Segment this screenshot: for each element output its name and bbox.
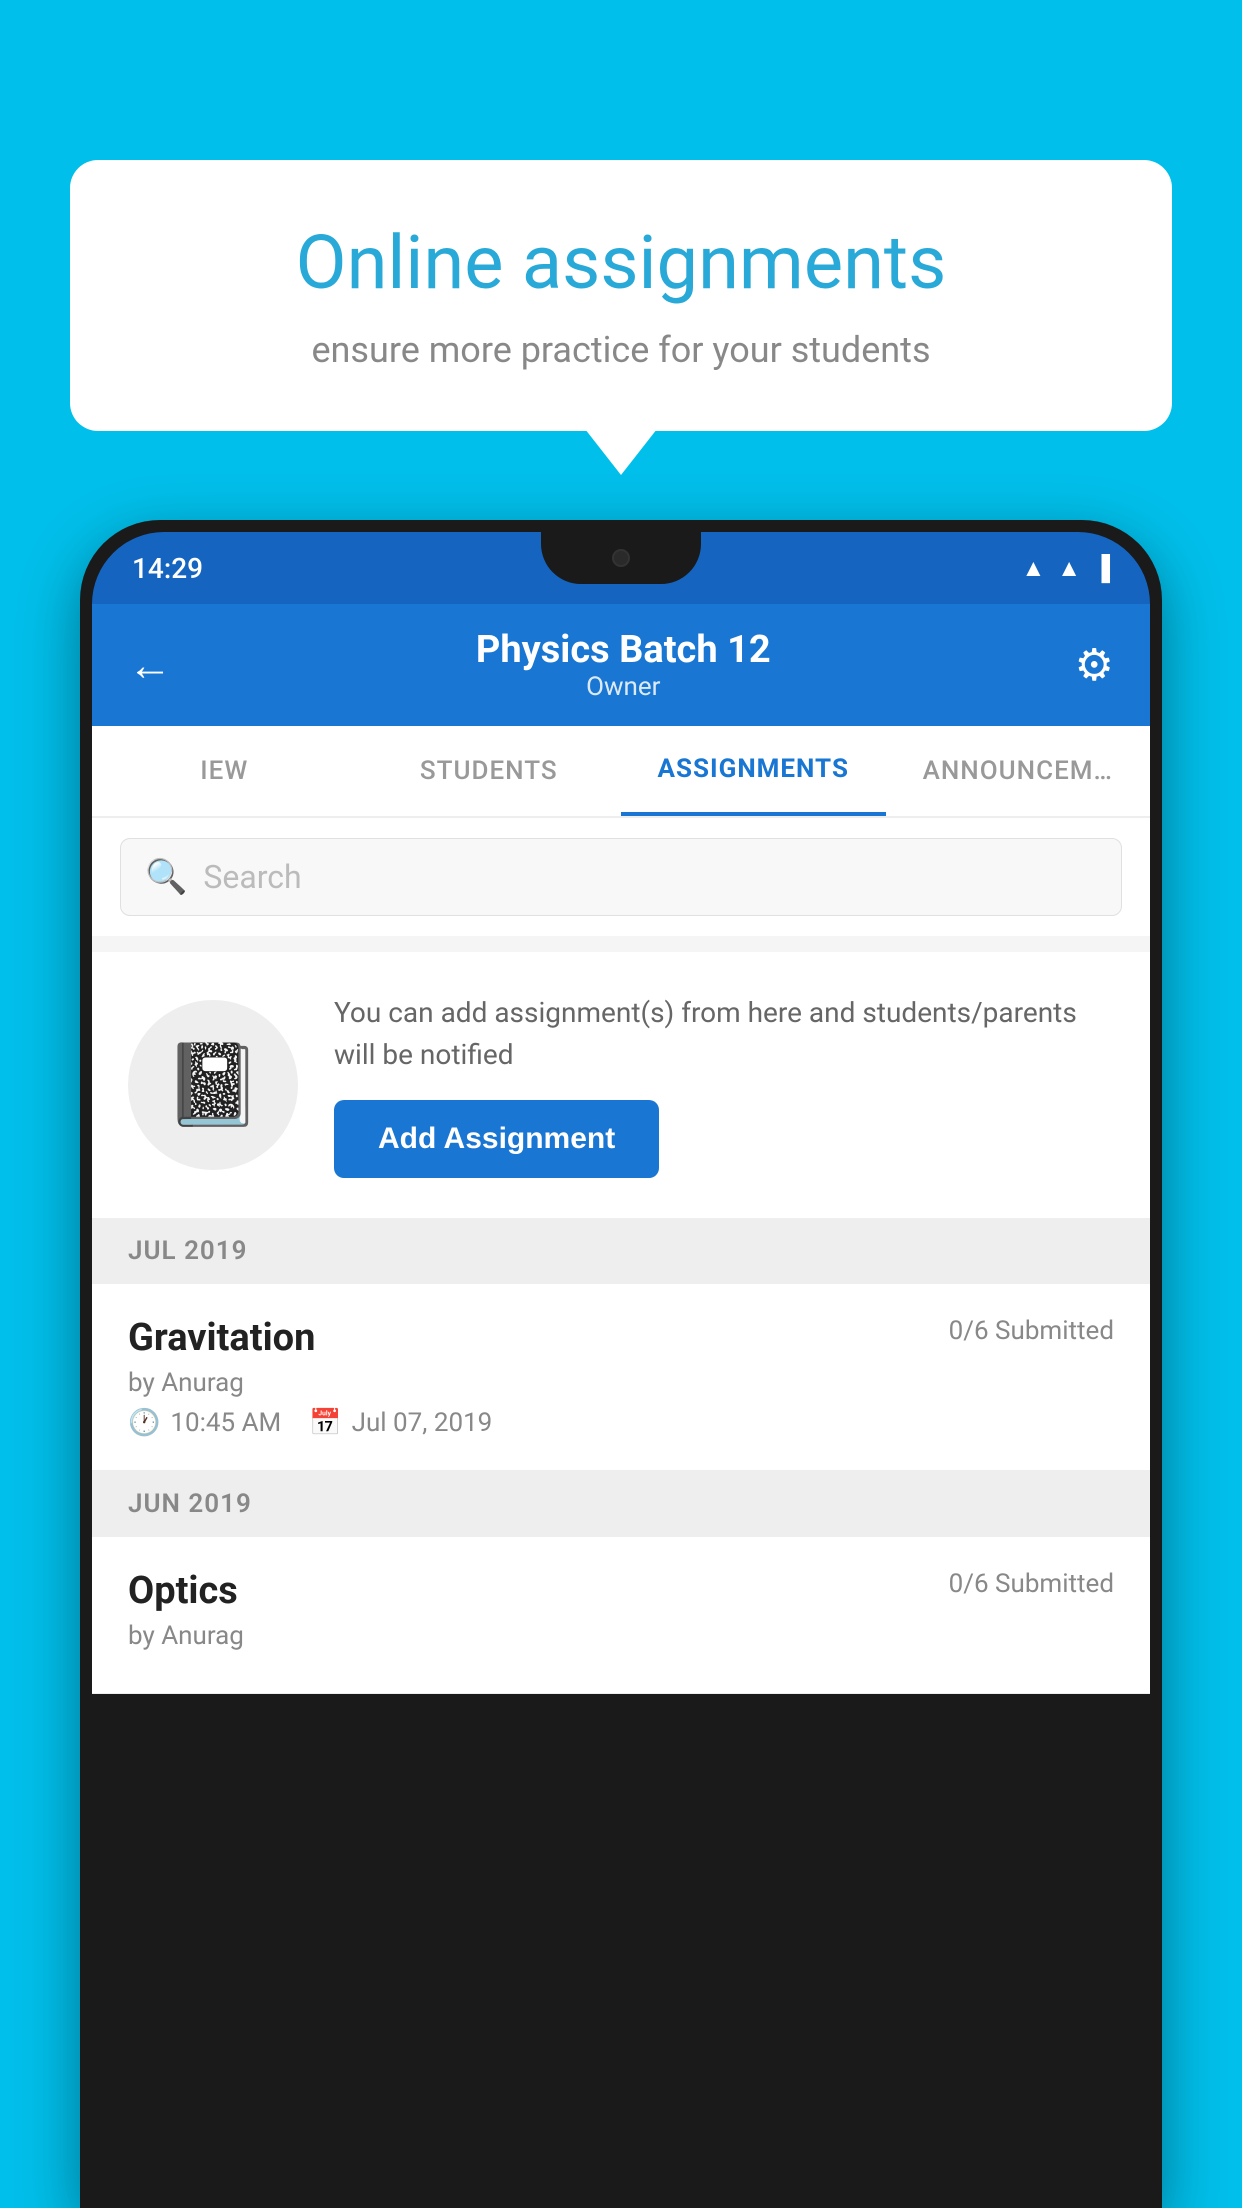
optics-submitted: 0/6 Submitted: [949, 1569, 1114, 1599]
search-icon: 🔍: [145, 857, 187, 897]
optics-by: by Anurag: [128, 1621, 1114, 1651]
phone-inner: 14:29 ▲ ▲ ▐ ← Physics Batch 12 Owner ⚙ I…: [92, 532, 1150, 2196]
tab-announcements[interactable]: ANNOUNCEM…: [886, 728, 1151, 814]
assignment-item-header-optics: Optics 0/6 Submitted: [128, 1569, 1114, 1613]
time-meta: 🕐 10:45 AM: [128, 1408, 281, 1438]
add-assignment-button[interactable]: Add Assignment: [334, 1100, 659, 1178]
speech-bubble: Online assignments ensure more practice …: [70, 160, 1172, 431]
assignment-icon-circle: 📓: [128, 1000, 298, 1170]
status-icons: ▲ ▲ ▐: [1021, 554, 1110, 583]
header-subtitle: Owner: [476, 672, 771, 702]
assignment-name: Gravitation: [128, 1316, 315, 1360]
add-assignment-card: 📓 You can add assignment(s) from here an…: [92, 952, 1150, 1218]
camera-dot: [612, 549, 630, 567]
search-container: 🔍 Search: [92, 818, 1150, 936]
assignment-time: 10:45 AM: [170, 1408, 281, 1438]
assignment-item-optics[interactable]: Optics 0/6 Submitted by Anurag: [92, 1537, 1150, 1694]
phone-frame: 14:29 ▲ ▲ ▐ ← Physics Batch 12 Owner ⚙ I…: [80, 520, 1162, 2208]
calendar-icon: 📅: [309, 1408, 341, 1438]
section-header-jul: JUL 2019: [92, 1218, 1150, 1284]
assignment-meta: 🕐 10:45 AM 📅 Jul 07, 2019: [128, 1408, 1114, 1438]
speech-bubble-container: Online assignments ensure more practice …: [70, 160, 1172, 431]
tab-iew[interactable]: IEW: [92, 728, 357, 814]
app-header: ← Physics Batch 12 Owner ⚙: [92, 604, 1150, 726]
date-meta: 📅 Jul 07, 2019: [309, 1408, 492, 1438]
tabs-bar: IEW STUDENTS ASSIGNMENTS ANNOUNCEM…: [92, 726, 1150, 818]
bubble-subtitle: ensure more practice for your students: [140, 329, 1102, 371]
settings-button[interactable]: ⚙: [1075, 639, 1114, 691]
assignment-card-right: You can add assignment(s) from here and …: [334, 992, 1114, 1178]
assignment-item-gravitation[interactable]: Gravitation 0/6 Submitted by Anurag 🕐 10…: [92, 1284, 1150, 1471]
assignment-card-text: You can add assignment(s) from here and …: [334, 992, 1114, 1076]
bubble-title: Online assignments: [140, 220, 1102, 309]
tab-students[interactable]: STUDENTS: [357, 728, 622, 814]
notch: [541, 532, 701, 584]
header-title: Physics Batch 12: [476, 628, 771, 672]
wifi-icon: ▲: [1021, 554, 1045, 583]
assignment-notebook-icon: 📓: [163, 1038, 263, 1132]
section-header-jun: JUN 2019: [92, 1471, 1150, 1537]
app-content: 🔍 Search 📓 You can add assignment(s) fro…: [92, 818, 1150, 1694]
search-bar[interactable]: 🔍 Search: [120, 838, 1122, 916]
back-button[interactable]: ←: [128, 639, 172, 691]
assignment-submitted: 0/6 Submitted: [949, 1316, 1114, 1346]
signal-icon: ▲: [1057, 554, 1081, 583]
header-center: Physics Batch 12 Owner: [476, 628, 771, 702]
status-bar: 14:29 ▲ ▲ ▐: [92, 532, 1150, 604]
assignment-item-header: Gravitation 0/6 Submitted: [128, 1316, 1114, 1360]
optics-name: Optics: [128, 1569, 238, 1613]
assignment-by: by Anurag: [128, 1368, 1114, 1398]
status-time: 14:29: [132, 552, 203, 585]
assignment-date: Jul 07, 2019: [352, 1408, 493, 1438]
clock-icon: 🕐: [128, 1408, 160, 1438]
search-placeholder: Search: [203, 858, 301, 896]
tab-assignments[interactable]: ASSIGNMENTS: [621, 726, 886, 816]
battery-icon: ▐: [1093, 554, 1110, 583]
